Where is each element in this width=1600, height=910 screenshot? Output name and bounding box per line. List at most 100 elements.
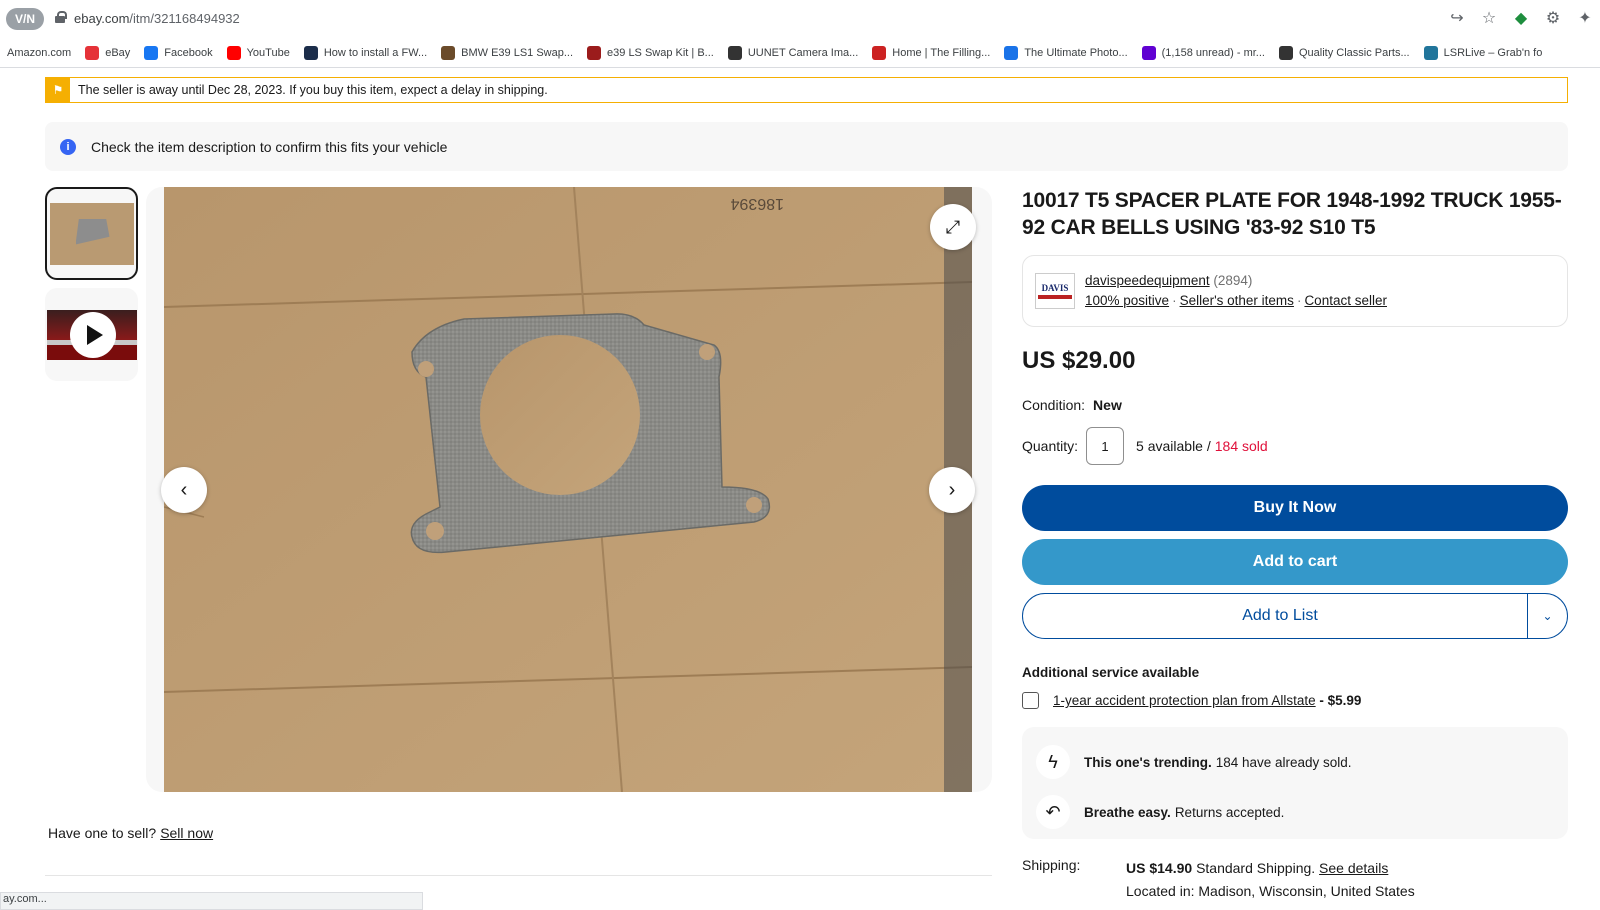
image-gallery: 186394 ⤢ ‹ ›	[146, 187, 992, 792]
chevron-down-icon[interactable]: ⌄	[1527, 594, 1567, 638]
thumbnail-video[interactable]	[45, 288, 138, 381]
bookmark-label: Facebook	[164, 46, 213, 59]
expand-image-button[interactable]: ⤢	[930, 204, 976, 250]
protection-plan-link[interactable]: 1-year accident protection plan from All…	[1053, 693, 1316, 708]
sold-count: 184 sold	[1214, 438, 1268, 454]
globe-icon	[1278, 45, 1293, 60]
bookmarks-bar: Amazon.com eBay Facebook YouTube How to inst…	[0, 38, 1600, 68]
facebook-icon	[144, 45, 159, 60]
add-to-cart-button[interactable]: Add to cart	[1022, 539, 1568, 585]
bookmark-label: UUNET Camera Ima...	[747, 46, 859, 59]
flag-icon: ⚑	[46, 78, 70, 102]
bookmark-item[interactable]: How to install a FW...	[297, 45, 434, 60]
quantity-input[interactable]: 1	[1086, 427, 1125, 465]
ebay-bag-icon	[85, 45, 100, 60]
bookmark-item[interactable]: Home | The Filling...	[865, 45, 997, 60]
spacer-plate-photo: 186394	[164, 187, 972, 792]
fitment-notice: i Check the item description to confirm …	[45, 122, 1568, 171]
seller-logo[interactable]: DAVIS	[1035, 273, 1075, 309]
lock-icon[interactable]	[55, 11, 67, 23]
quantity-label: Quantity:	[1022, 438, 1079, 454]
vpn-badge[interactable]: V/N	[6, 8, 44, 30]
bookmark-item[interactable]: (1,158 unread) - mr...	[1135, 45, 1272, 60]
bookmark-label: (1,158 unread) - mr...	[1161, 46, 1265, 59]
box-stamp: 186394	[731, 195, 784, 212]
bookmark-label: Home | The Filling...	[892, 46, 991, 59]
seller-card: DAVIS davispeedequipment (2894) 100% pos…	[1022, 255, 1568, 327]
condition-value: New	[1093, 397, 1122, 413]
site-icon	[303, 45, 318, 60]
positive-feedback-link[interactable]: 100% positive	[1085, 293, 1169, 308]
returns-row: ↶ Breathe easy. Returns accepted.	[1036, 791, 1568, 833]
shipping-see-details-link[interactable]: See details	[1319, 860, 1388, 876]
bookmark-item[interactable]: YouTube	[220, 45, 297, 60]
returns-text: Returns accepted.	[1174, 804, 1285, 820]
seller-logo-text: DAVIS	[1041, 283, 1069, 293]
youtube-icon	[226, 45, 241, 60]
bookmark-item[interactable]: BMW E39 LS1 Swap...	[434, 45, 580, 60]
bookmark-label: Quality Classic Parts...	[1298, 46, 1410, 59]
trending-text: 184 have already sold.	[1215, 754, 1352, 770]
url-field[interactable]: ebay.com/itm/321168494932	[74, 11, 240, 26]
sell-now-link[interactable]: Sell now	[160, 825, 213, 841]
site-icon	[872, 45, 887, 60]
settings-extension-icon[interactable]: ⚙	[1544, 8, 1562, 28]
bookmark-label: The Ultimate Photo...	[1024, 46, 1128, 59]
bookmark-label: e39 LS Swap Kit | B...	[607, 46, 714, 59]
site-icon	[587, 45, 602, 60]
bookmark-star-icon[interactable]: ☆	[1480, 8, 1498, 28]
site-icon	[1004, 45, 1019, 60]
sell-prompt-text: Have one to sell?	[48, 825, 157, 841]
bookmark-item[interactable]: LSRLive – Grab'n fo	[1417, 45, 1550, 60]
highlights-box: ϟ This one's trending. 184 have already s…	[1022, 727, 1568, 839]
bookmark-label: eBay	[105, 46, 131, 59]
add-to-list-button[interactable]: Add to List ⌄	[1022, 593, 1568, 639]
available-text: 5 available /	[1136, 438, 1211, 454]
shield-extension-icon[interactable]: ◆	[1512, 8, 1530, 28]
bookmark-item[interactable]: e39 LS Swap Kit | B...	[580, 45, 721, 60]
bookmark-item[interactable]: Amazon.com	[0, 47, 78, 59]
shipping-price: US $14.90	[1126, 860, 1193, 876]
fitment-text: Check the item description to confirm th…	[91, 138, 448, 155]
protection-plan-price: - $5.99	[1319, 693, 1362, 708]
seller-name-link[interactable]: davispeedequipment	[1085, 273, 1210, 288]
protection-plan-checkbox[interactable]	[1022, 692, 1039, 709]
bookmark-item[interactable]: Quality Classic Parts...	[1272, 45, 1417, 60]
globe-icon	[727, 45, 742, 60]
seller-other-items-link[interactable]: Seller's other items	[1180, 293, 1294, 308]
bookmark-item[interactable]: eBay	[78, 45, 137, 60]
feedback-count: (2894)	[1213, 273, 1253, 288]
bookmark-item[interactable]: The Ultimate Photo...	[997, 45, 1134, 60]
bookmark-label: YouTube	[246, 46, 290, 59]
product-photo[interactable]: 186394	[164, 187, 972, 792]
bookmark-label: BMW E39 LS1 Swap...	[461, 46, 574, 59]
contact-seller-link[interactable]: Contact seller	[1304, 293, 1387, 308]
play-icon[interactable]	[69, 311, 116, 358]
bookmark-item[interactable]: UUNET Camera Ima...	[721, 45, 865, 60]
buy-it-now-button[interactable]: Buy It Now	[1022, 485, 1568, 531]
quantity-row: Quantity: 1 5 available / 184 sold	[1022, 427, 1568, 465]
shipping-details: US $14.90 Standard Shipping. See details…	[1126, 857, 1415, 903]
divider	[45, 875, 992, 876]
previous-image-button[interactable]: ‹	[161, 467, 207, 513]
item-title: 10017 T5 SPACER PLATE FOR 1948-1992 TRUC…	[1022, 189, 1562, 239]
thumbnail-photo[interactable]	[45, 187, 138, 280]
extensions-puzzle-icon[interactable]: ✦	[1576, 8, 1594, 28]
shipping-label: Shipping:	[1022, 857, 1081, 873]
url-host: ebay.com	[74, 11, 130, 26]
url-path: /itm/321168494932	[129, 11, 240, 26]
seller-info: davispeedequipment (2894) 100% positive ·…	[1085, 273, 1387, 308]
share-icon[interactable]: ↪	[1448, 8, 1466, 28]
alert-text: The seller is away until Dec 28, 2023. I…	[78, 83, 548, 97]
item-price: US $29.00	[1022, 347, 1136, 374]
shipping-row: Shipping: US $14.90 Standard Shipping. S…	[1022, 857, 1568, 903]
item-location: Located in: Madison, Wisconsin, United S…	[1126, 883, 1415, 899]
bookmark-item[interactable]: Facebook	[137, 45, 219, 60]
wordpress-icon	[1423, 45, 1438, 60]
bookmark-label: How to install a FW...	[323, 46, 428, 59]
mail-icon	[1141, 45, 1156, 60]
returns-bold: Breathe easy.	[1084, 804, 1171, 820]
protection-plan-row: 1-year accident protection plan from All…	[1022, 692, 1568, 709]
next-image-button[interactable]: ›	[929, 467, 975, 513]
lightning-icon: ϟ	[1036, 745, 1070, 779]
